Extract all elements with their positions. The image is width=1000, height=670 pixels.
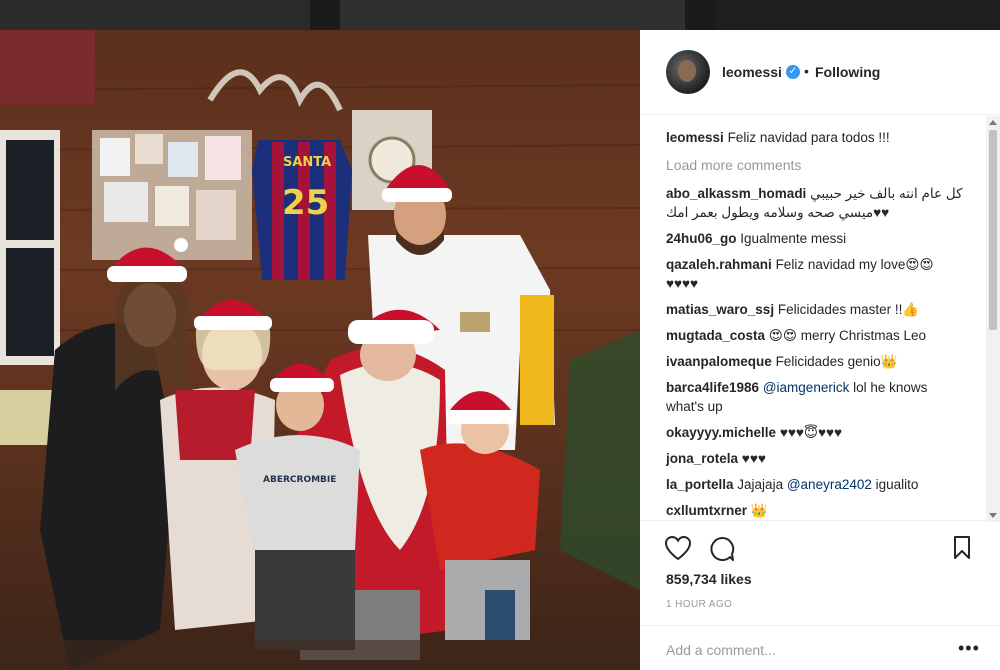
jersey-name: SANTA — [283, 155, 331, 170]
backdrop-thumbnail-left — [0, 0, 310, 30]
comment-username[interactable]: barca4life1986 — [666, 380, 759, 395]
list-item: la_portella Jajajaja @aneyra2402 igualit… — [666, 475, 986, 494]
comment-username[interactable]: leomessi — [666, 130, 724, 145]
add-comment-input[interactable]: Add a comment... — [666, 642, 776, 658]
comment-text: Felicidades genio👑 — [775, 354, 898, 369]
sweater-text: ABERCROMBIE — [263, 475, 336, 485]
comment-icon[interactable] — [708, 535, 736, 563]
comment-text-line2: ♥♥ميسي صحه وسلامه ويطول بعمر امك — [666, 205, 890, 220]
christmas-tree — [560, 330, 640, 590]
post-header: leomessi ✓ • Following — [640, 30, 1000, 115]
backdrop-thumbnail-center — [340, 0, 685, 30]
comment-username[interactable]: mugtada_costa — [666, 328, 765, 343]
scroll-up-arrow-icon[interactable] — [989, 120, 997, 125]
comment-text: ♥♥♥ — [741, 451, 766, 466]
scrollbar-thumb[interactable] — [989, 130, 997, 330]
comment-username[interactable]: ivaanpalomeque — [666, 354, 772, 369]
separator-dot: • — [804, 63, 809, 79]
comment-username[interactable]: jona_rotela — [666, 451, 738, 466]
list-item: barca4life1986 @iamgenerick lol he knows… — [666, 378, 986, 416]
comment-text-line2: what's up — [666, 399, 723, 414]
caption: leomessi Feliz navidad para todos !!! — [666, 128, 986, 147]
scroll-down-arrow-icon[interactable] — [989, 513, 997, 518]
backdrop-thumbnail-right — [715, 0, 1000, 30]
comment-text-after: igualito — [875, 477, 919, 492]
comment-username[interactable]: cxllumtxrner — [666, 503, 747, 518]
load-more-comments-link[interactable]: Load more comments — [666, 157, 801, 173]
avatar[interactable] — [666, 50, 710, 94]
heart-icon[interactable] — [664, 535, 692, 561]
add-comment-bar: Add a comment... ••• — [640, 625, 1000, 670]
verified-badge-icon: ✓ — [786, 65, 800, 79]
jersey-number: 25 — [282, 183, 329, 223]
backdrop-strip — [0, 0, 1000, 30]
list-item: cxllumtxrner 👑 — [666, 501, 986, 520]
list-item: ivaanpalomeque Felicidades genio👑 — [666, 352, 986, 371]
following-button[interactable]: Following — [815, 64, 880, 80]
list-item: matias_waro_ssj Felicidades master !!👍 — [666, 300, 986, 319]
comment-text: ♥♥♥😇♥♥♥ — [779, 425, 843, 440]
comment-username[interactable]: qazaleh.rahmani — [666, 257, 772, 272]
comment-text: Jajajaja — [737, 477, 784, 492]
comment-text: lol he knows — [853, 380, 928, 395]
comment-mention-link[interactable]: @aneyra2402 — [787, 477, 872, 492]
bookmark-icon[interactable] — [952, 535, 972, 561]
comment-username[interactable]: 24hu06_go — [666, 231, 737, 246]
comment-username[interactable]: la_portella — [666, 477, 734, 492]
comment-text: كل عام انته بالف خير حبيبي — [810, 186, 963, 201]
list-item: okayyyy.michelle ♥♥♥😇♥♥♥ — [666, 423, 986, 442]
comment-text: 😍😍 merry Christmas Leo — [768, 328, 926, 343]
list-item: qazaleh.rahmani Feliz navidad my love😍😍 … — [666, 255, 986, 293]
post-photo-illustration: SANTA 25 ABERCROMBIE — [0, 30, 640, 670]
comment-username[interactable]: abo_alkassm_homadi — [666, 186, 806, 201]
list-item: abo_alkassm_homadi كل عام انته بالف خير … — [666, 184, 986, 222]
list-item: 24hu06_go Igualmente messi — [666, 229, 986, 248]
comment-username[interactable]: matias_waro_ssj — [666, 302, 774, 317]
comment-text: Feliz navidad my love😍😍 — [775, 257, 934, 272]
comment-text: 👑 — [750, 503, 768, 518]
comment-text: Feliz navidad para todos !!! — [727, 130, 890, 145]
comment-text: Felicidades master !!👍 — [777, 302, 920, 317]
more-options-icon[interactable]: ••• — [958, 638, 980, 659]
post-timestamp: 1 HOUR AGO — [666, 599, 733, 610]
comment-text: Igualmente messi — [740, 231, 847, 246]
post-actions: 859,734 likes 1 HOUR AGO Add a comment..… — [640, 520, 1000, 670]
comment-mention-link[interactable]: @iamgenerick — [763, 380, 849, 395]
post-side-panel: leomessi ✓ • Following leomessi Feliz na… — [640, 30, 1000, 670]
comment-username[interactable]: okayyyy.michelle — [666, 425, 776, 440]
comments-list: leomessi Feliz navidad para todos !!! Lo… — [640, 116, 986, 520]
list-item: jona_rotela ♥♥♥ — [666, 449, 986, 468]
list-item: mugtada_costa 😍😍 merry Christmas Leo — [666, 326, 986, 345]
comments-scrollbar[interactable] — [986, 116, 1000, 522]
post-photo[interactable]: SANTA 25 ABERCROMBIE — [0, 30, 640, 670]
likes-count[interactable]: 859,734 likes — [666, 571, 752, 587]
comment-text-line2: ♥♥♥♥ — [666, 276, 699, 291]
header-username[interactable]: leomessi — [722, 64, 782, 80]
